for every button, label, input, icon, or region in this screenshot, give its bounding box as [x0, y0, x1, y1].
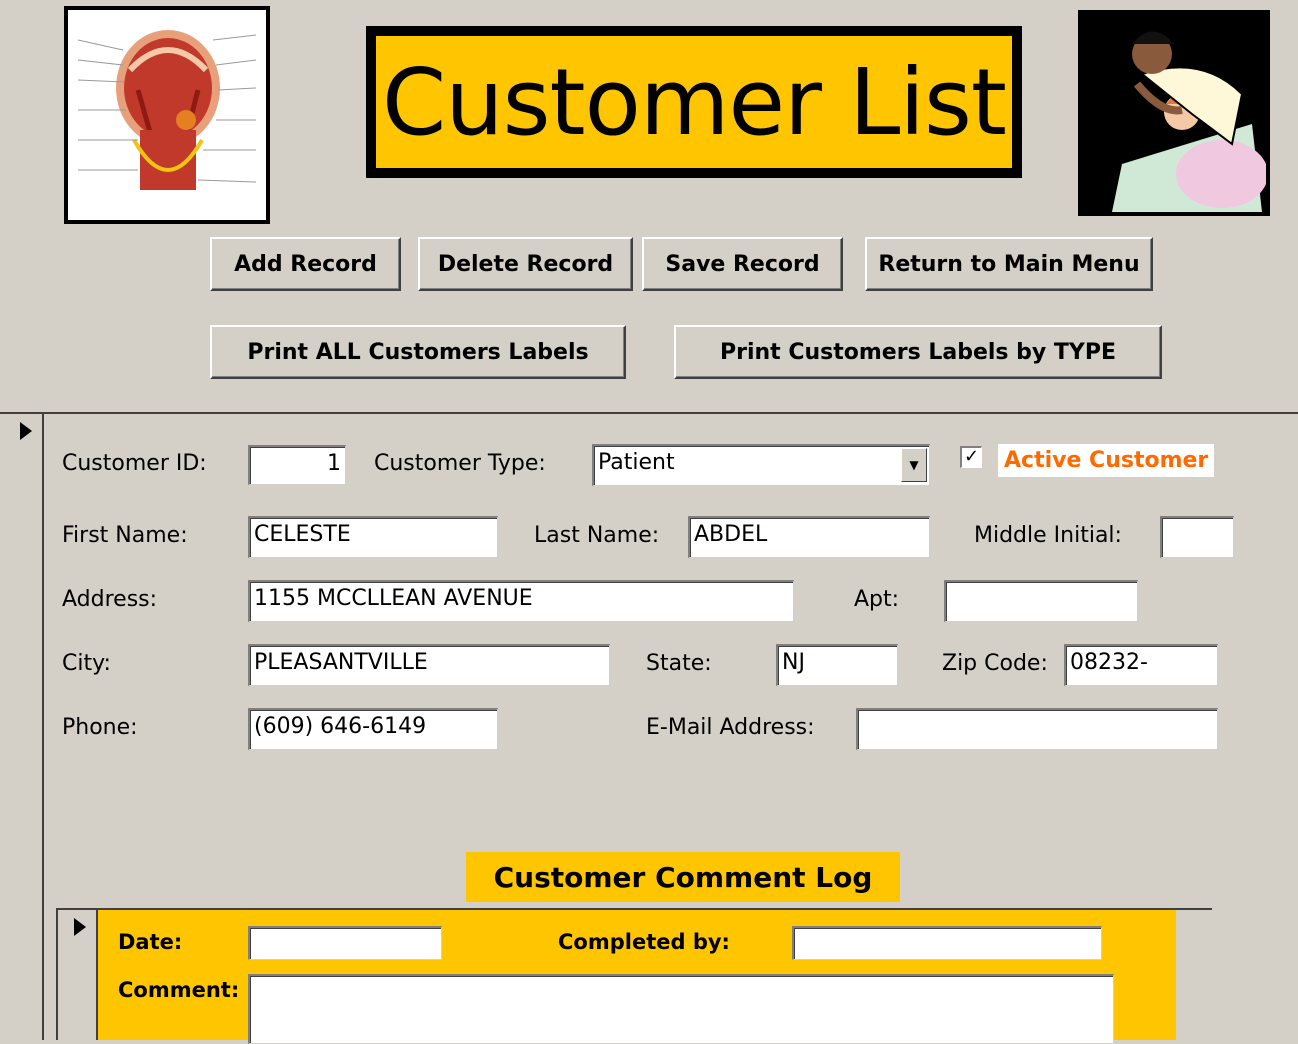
comment-log-body: Date: Completed by: Comment:	[98, 910, 1176, 1044]
comment-log-title: Customer Comment Log	[466, 852, 900, 902]
comment-field[interactable]	[248, 974, 1114, 1044]
apt-field[interactable]	[944, 580, 1138, 622]
date-label: Date:	[118, 930, 183, 954]
active-customer-checkbox[interactable]: ✓	[960, 446, 982, 468]
middle-initial-field[interactable]	[1160, 516, 1234, 558]
title-banner: Customer List	[366, 26, 1022, 178]
state-field[interactable]: NJ	[776, 644, 898, 686]
state-label: State:	[646, 651, 712, 676]
subform-record-selector[interactable]	[58, 910, 98, 1040]
city-field[interactable]: PLEASANTVILLE	[248, 644, 610, 686]
print-all-labels-button[interactable]: Print ALL Customers Labels	[210, 325, 626, 379]
customer-type-value: Patient	[598, 450, 675, 475]
anatomy-head-illustration	[68, 10, 266, 220]
phone-field[interactable]: (609) 646-6149	[248, 708, 498, 750]
dropdown-arrow-icon[interactable]: ▼	[901, 448, 927, 482]
customer-type-select[interactable]: Patient ▼	[592, 444, 930, 486]
subform-current-record-arrow-icon	[74, 918, 86, 936]
phone-label: Phone:	[62, 715, 138, 740]
middle-initial-label: Middle Initial:	[974, 523, 1122, 548]
customer-id-field[interactable]: 1	[248, 445, 346, 485]
customer-type-label: Customer Type:	[374, 451, 546, 476]
add-record-button[interactable]: Add Record	[210, 237, 401, 291]
last-name-label: Last Name:	[534, 523, 660, 548]
last-name-field[interactable]: ABDEL	[688, 516, 930, 558]
nurse-patient-clipart	[1082, 14, 1266, 212]
email-label: E-Mail Address:	[646, 715, 815, 740]
page-title: Customer List	[374, 34, 1014, 170]
address-field[interactable]: 1155 MCCLLEAN AVENUE	[248, 580, 794, 622]
section-divider	[0, 412, 1298, 414]
first-name-label: First Name:	[62, 523, 188, 548]
first-name-field[interactable]: CELESTE	[248, 516, 498, 558]
completed-by-label: Completed by:	[558, 930, 730, 954]
city-label: City:	[62, 651, 111, 676]
save-record-button[interactable]: Save Record	[642, 237, 843, 291]
return-to-main-menu-button[interactable]: Return to Main Menu	[865, 237, 1153, 291]
zip-code-field[interactable]: 08232-	[1064, 644, 1218, 686]
comment-log-subform: Date: Completed by: Comment:	[56, 908, 1212, 1044]
delete-record-button[interactable]: Delete Record	[418, 237, 633, 291]
record-selector[interactable]	[0, 414, 44, 1040]
customer-id-label: Customer ID:	[62, 451, 207, 476]
address-label: Address:	[62, 587, 158, 612]
date-field[interactable]	[248, 926, 442, 960]
print-labels-by-type-button[interactable]: Print Customers Labels by TYPE	[674, 325, 1162, 379]
nurse-image	[1078, 10, 1270, 216]
active-customer-label: Active Customer	[998, 444, 1215, 477]
current-record-arrow-icon	[20, 422, 32, 440]
comment-label: Comment:	[118, 978, 240, 1002]
completed-by-field[interactable]	[792, 926, 1102, 960]
email-field[interactable]	[856, 708, 1218, 750]
apt-label: Apt:	[854, 587, 900, 612]
zip-code-label: Zip Code:	[942, 651, 1048, 676]
anatomy-image	[64, 6, 270, 224]
